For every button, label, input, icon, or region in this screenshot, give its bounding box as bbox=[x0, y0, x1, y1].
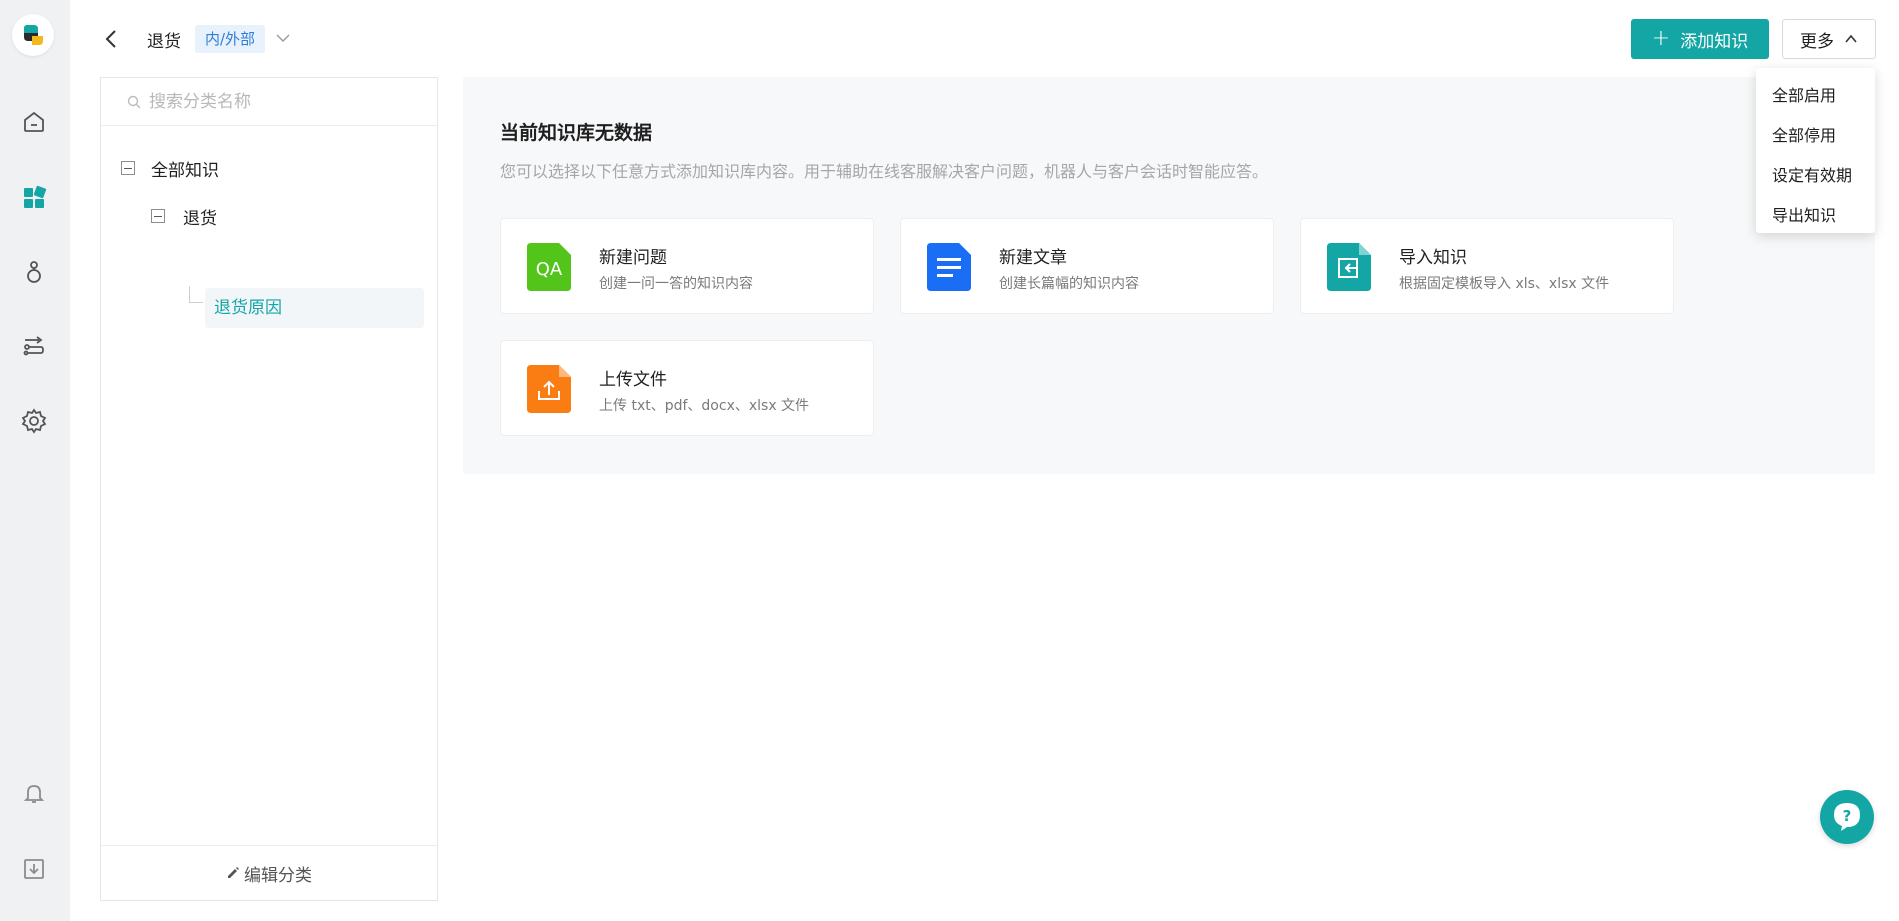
search-icon bbox=[127, 95, 141, 108]
flow-icon[interactable] bbox=[21, 334, 47, 360]
import-icon bbox=[1327, 243, 1371, 291]
app-rail bbox=[0, 0, 70, 921]
empty-state-description: 您可以选择以下任意方式添加知识库内容。用于辅助在线客服解决客户问题，机器人与客户… bbox=[500, 162, 1269, 181]
tree-node-returns[interactable]: 退货 bbox=[151, 204, 217, 229]
card-title: 新建问题 bbox=[599, 248, 667, 268]
logo-icon[interactable] bbox=[12, 14, 54, 56]
card-upload-file[interactable]: 上传文件 上传 txt、pdf、docx、xlsx 文件 bbox=[500, 340, 874, 436]
scope-tag: 内/外部 bbox=[195, 25, 266, 53]
card-subtitle: 上传 txt、pdf、docx、xlsx 文件 bbox=[599, 398, 810, 414]
empty-state-panel: 当前知识库无数据 您可以选择以下任意方式添加知识库内容。用于辅助在线客服解决客户… bbox=[463, 77, 1875, 474]
back-icon[interactable] bbox=[100, 26, 122, 52]
help-chat-icon: ? bbox=[1834, 803, 1860, 831]
qa-icon: QA bbox=[527, 243, 571, 291]
card-title: 新建文章 bbox=[999, 248, 1067, 268]
page-header: 退货 内/外部 + 添加知识 更多 bbox=[70, 0, 1899, 78]
add-knowledge-button[interactable]: + 添加知识 bbox=[1631, 19, 1769, 59]
card-subtitle: 创建一问一答的知识内容 bbox=[599, 276, 753, 292]
tree-node-return-reason[interactable]: 退货原因 bbox=[205, 288, 424, 328]
chevron-up-icon bbox=[1845, 34, 1857, 43]
card-new-article[interactable]: 新建文章 创建长篇幅的知识内容 bbox=[900, 218, 1274, 314]
svg-text:?: ? bbox=[1843, 807, 1852, 825]
edit-category-label: 编辑分类 bbox=[244, 865, 312, 886]
bell-icon[interactable] bbox=[21, 780, 47, 806]
article-icon bbox=[927, 243, 971, 291]
download-icon[interactable] bbox=[21, 856, 47, 882]
tree-node-label: 全部知识 bbox=[151, 160, 219, 181]
home-icon[interactable] bbox=[21, 109, 47, 135]
tree-node-label: 退货 bbox=[183, 208, 217, 229]
collapse-icon[interactable] bbox=[151, 209, 165, 223]
card-subtitle: 根据固定模板导入 xls、xlsx 文件 bbox=[1399, 276, 1610, 292]
menu-item-export[interactable]: 导出知识 bbox=[1756, 196, 1875, 236]
svg-text:QA: QA bbox=[536, 259, 563, 280]
upload-icon bbox=[527, 365, 571, 413]
category-panel: 全部知识 退货 退货原因 编辑分类 bbox=[100, 77, 438, 901]
robot-icon[interactable] bbox=[21, 259, 47, 285]
page-title: 退货 bbox=[147, 32, 181, 52]
card-import-knowledge[interactable]: 导入知识 根据固定模板导入 xls、xlsx 文件 bbox=[1300, 218, 1674, 314]
edit-icon bbox=[228, 867, 239, 878]
help-button[interactable]: ? bbox=[1820, 790, 1874, 844]
card-title: 导入知识 bbox=[1399, 248, 1467, 268]
card-new-question[interactable]: QA 新建问题 创建一问一答的知识内容 bbox=[500, 218, 874, 314]
settings-icon[interactable] bbox=[21, 408, 47, 434]
more-label: 更多 bbox=[1800, 31, 1834, 52]
tree-connector bbox=[189, 302, 203, 303]
more-dropdown-menu: 全部启用 全部停用 设定有效期 导出知识 bbox=[1756, 68, 1875, 233]
card-subtitle: 创建长篇幅的知识内容 bbox=[999, 276, 1139, 292]
tree-node-all[interactable]: 全部知识 bbox=[121, 156, 219, 181]
knowledge-icon[interactable] bbox=[21, 185, 47, 211]
plus-icon: + bbox=[1651, 26, 1671, 51]
menu-item-enable-all[interactable]: 全部启用 bbox=[1756, 76, 1875, 116]
menu-item-set-validity[interactable]: 设定有效期 bbox=[1756, 156, 1875, 196]
chevron-down-icon[interactable] bbox=[275, 30, 291, 46]
more-button[interactable]: 更多 bbox=[1782, 19, 1876, 59]
tree-connector bbox=[189, 286, 190, 302]
collapse-icon[interactable] bbox=[121, 161, 135, 175]
card-title: 上传文件 bbox=[599, 370, 667, 390]
edit-category-button[interactable]: 编辑分类 bbox=[101, 845, 437, 900]
menu-item-disable-all[interactable]: 全部停用 bbox=[1756, 116, 1875, 156]
add-knowledge-label: 添加知识 bbox=[1680, 31, 1749, 52]
category-search bbox=[101, 78, 437, 126]
category-search-input[interactable] bbox=[149, 91, 409, 112]
empty-state-title: 当前知识库无数据 bbox=[500, 122, 653, 144]
